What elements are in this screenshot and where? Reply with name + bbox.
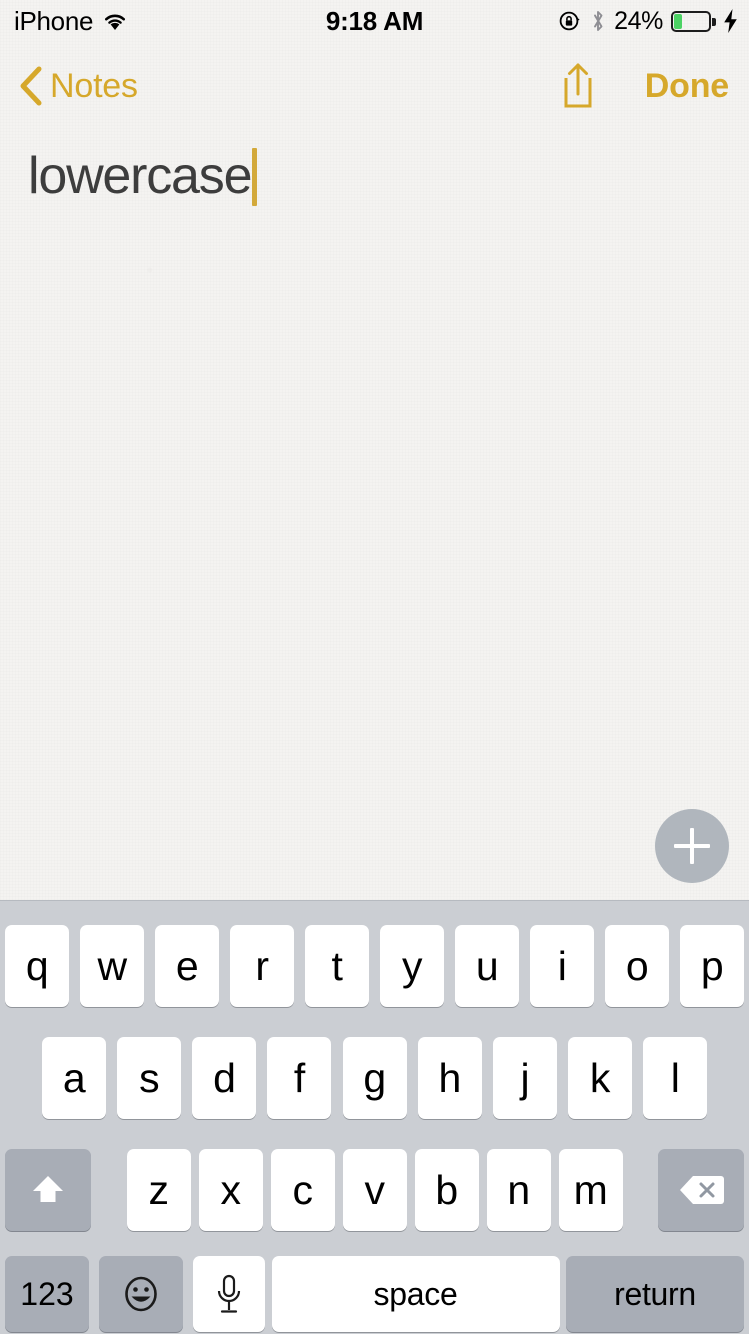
bluetooth-icon	[590, 9, 606, 33]
key-j[interactable]: j	[492, 1037, 557, 1119]
return-key[interactable]: return	[566, 1256, 744, 1332]
add-attachment-button[interactable]	[655, 809, 729, 883]
note-text-line[interactable]: lowercase	[28, 147, 258, 206]
key-m[interactable]: m	[558, 1149, 623, 1231]
battery-percent-label: 24%	[614, 6, 663, 35]
key-u[interactable]: u	[455, 925, 519, 1007]
status-bar-right: 24%	[558, 0, 739, 42]
space-key[interactable]: space	[271, 1256, 560, 1332]
keyboard-row-1: q w e r t y u i o p	[0, 925, 749, 1007]
key-i[interactable]: i	[530, 925, 594, 1007]
key-c[interactable]: c	[270, 1149, 335, 1231]
key-l[interactable]: l	[643, 1037, 707, 1119]
key-e[interactable]: e	[155, 925, 219, 1007]
key-g[interactable]: g	[342, 1037, 407, 1119]
rotation-lock-icon	[558, 9, 582, 33]
key-q[interactable]: q	[5, 925, 69, 1007]
key-d[interactable]: d	[192, 1037, 257, 1119]
key-w[interactable]: w	[80, 925, 144, 1007]
keyboard-row-4: 123 space return	[0, 1256, 749, 1332]
keyboard-row-4-left: 123	[5, 1256, 265, 1332]
note-text-content: lowercase	[28, 147, 253, 206]
key-b[interactable]: b	[414, 1149, 479, 1231]
key-p[interactable]: p	[680, 925, 744, 1007]
microphone-icon	[212, 1272, 246, 1316]
clock-label: 9:18 AM	[325, 5, 424, 36]
key-k[interactable]: k	[567, 1037, 632, 1119]
backspace-delete-icon	[678, 1173, 724, 1207]
shift-up-arrow-icon	[27, 1169, 69, 1211]
key-x[interactable]: x	[198, 1149, 263, 1231]
chevron-left-icon	[18, 65, 44, 107]
key-a[interactable]: a	[42, 1037, 106, 1119]
navigation-bar-right: Done	[557, 54, 729, 118]
key-s[interactable]: s	[117, 1037, 182, 1119]
backspace-key[interactable]	[658, 1149, 744, 1231]
iphone-screen: iPhone 9:18 AM 24% Notes Done lowercase …	[0, 0, 749, 1334]
share-icon[interactable]	[557, 61, 599, 111]
battery-icon	[671, 10, 716, 32]
back-button-label: Notes	[50, 66, 138, 105]
key-f[interactable]: f	[267, 1037, 332, 1119]
note-editor[interactable]: lowercase	[0, 130, 749, 900]
emoji-key[interactable]	[99, 1256, 183, 1332]
keyboard-row-3-letters: z x c v b n m	[123, 1149, 627, 1231]
dictation-key[interactable]	[193, 1256, 265, 1332]
on-screen-keyboard: q w e r t y u i o p a s d f g h j k l z …	[0, 900, 749, 1334]
back-to-notes-button[interactable]: Notes	[18, 54, 138, 118]
done-button[interactable]: Done	[645, 67, 729, 106]
charging-bolt-icon	[722, 8, 739, 34]
key-v[interactable]: v	[342, 1149, 407, 1231]
key-n[interactable]: n	[486, 1149, 551, 1231]
keyboard-row-2: a s d f g h j k l	[0, 1037, 749, 1119]
key-z[interactable]: z	[126, 1149, 191, 1231]
shift-key[interactable]	[5, 1149, 91, 1231]
emoji-smiley-icon	[120, 1273, 162, 1315]
key-h[interactable]: h	[417, 1037, 482, 1119]
key-t[interactable]: t	[305, 925, 369, 1007]
keyboard-row-3: z x c v b n m	[0, 1149, 749, 1231]
key-o[interactable]: o	[605, 925, 669, 1007]
navigation-bar: Notes Done	[0, 48, 749, 128]
key-r[interactable]: r	[230, 925, 294, 1007]
numbers-key[interactable]: 123	[5, 1256, 89, 1332]
status-bar: iPhone 9:18 AM 24%	[0, 0, 749, 42]
text-cursor	[252, 148, 258, 206]
key-y[interactable]: y	[380, 925, 444, 1007]
